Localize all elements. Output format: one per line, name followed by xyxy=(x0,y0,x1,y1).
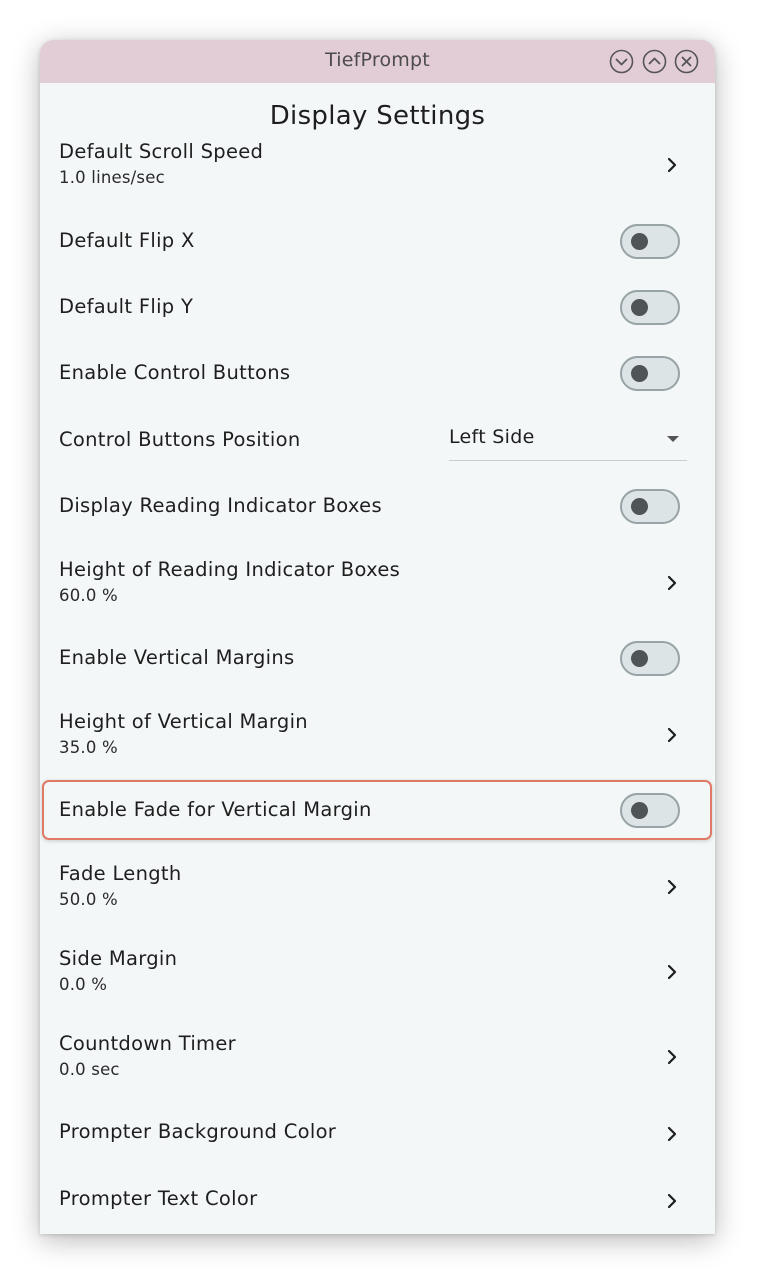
setting-label: Height of Reading Indicator Boxes xyxy=(59,558,401,581)
setting-default-flip-x[interactable]: Default Flip X xyxy=(40,223,715,263)
toggle-knob xyxy=(631,650,648,667)
setting-label: Height of Vertical Margin xyxy=(59,710,308,733)
setting-enable-control-buttons[interactable]: Enable Control Buttons xyxy=(40,355,715,395)
setting-label: Default Scroll Speed xyxy=(59,141,264,163)
close-circle-icon xyxy=(674,49,699,74)
chevron-down-circle-icon xyxy=(609,49,634,74)
setting-value: 1.0 lines/sec xyxy=(59,168,165,187)
setting-enable-vertical-margins[interactable]: Enable Vertical Margins xyxy=(40,640,715,680)
setting-value: 60.0 % xyxy=(59,586,118,605)
setting-control-buttons-position[interactable]: Control Buttons Position Left Side xyxy=(40,420,715,462)
setting-label: Default Flip Y xyxy=(59,295,194,318)
setting-label: Side Margin xyxy=(59,947,178,970)
flip-x-toggle[interactable] xyxy=(620,224,680,259)
control-buttons-toggle[interactable] xyxy=(620,356,680,391)
setting-side-margin[interactable]: Side Margin 0.0 % xyxy=(40,947,715,1003)
flip-y-toggle[interactable] xyxy=(620,290,680,325)
chevron-right-icon xyxy=(667,1049,677,1065)
setting-prompter-text-color[interactable]: Prompter Text Color xyxy=(40,1181,715,1221)
dropdown-arrow-icon xyxy=(667,436,679,442)
toggle-knob xyxy=(631,299,648,316)
setting-value: 0.0 % xyxy=(59,975,108,994)
chevron-right-icon xyxy=(667,1193,677,1209)
setting-label: Fade Length xyxy=(59,862,182,885)
settings-window: TiefPrompt Display Settings Default Scro… xyxy=(40,40,715,1234)
setting-countdown-timer[interactable]: Countdown Timer 0.0 sec xyxy=(40,1032,715,1088)
setting-height-vertical-margin[interactable]: Height of Vertical Margin 35.0 % xyxy=(40,710,715,766)
toggle-knob xyxy=(631,365,648,382)
chevron-right-icon xyxy=(667,879,677,895)
control-buttons-position-select[interactable]: Left Side xyxy=(449,420,687,461)
chevron-right-icon xyxy=(667,727,677,743)
title-bar[interactable]: TiefPrompt xyxy=(40,40,715,83)
setting-label: Prompter Background Color xyxy=(59,1120,337,1143)
dropdown-selected-value: Left Side xyxy=(449,426,535,448)
setting-height-reading-indicator-boxes[interactable]: Height of Reading Indicator Boxes 60.0 % xyxy=(40,558,715,614)
vertical-margins-toggle[interactable] xyxy=(620,641,680,676)
maximize-button[interactable] xyxy=(642,49,667,74)
chevron-up-circle-icon xyxy=(642,49,667,74)
chevron-right-icon xyxy=(667,157,677,173)
setting-label: Enable Fade for Vertical Margin xyxy=(59,798,372,821)
setting-default-flip-y[interactable]: Default Flip Y xyxy=(40,289,715,329)
setting-prompter-background-color[interactable]: Prompter Background Color xyxy=(40,1114,715,1154)
setting-default-scroll-speed[interactable]: Default Scroll Speed 1.0 lines/sec xyxy=(40,141,715,196)
reading-indicator-toggle[interactable] xyxy=(620,489,680,524)
toggle-knob xyxy=(631,233,648,250)
setting-label: Enable Control Buttons xyxy=(59,361,291,384)
setting-label: Prompter Text Color xyxy=(59,1187,258,1210)
toggle-knob xyxy=(631,498,648,515)
setting-label: Enable Vertical Margins xyxy=(59,646,295,669)
setting-display-reading-indicator-boxes[interactable]: Display Reading Indicator Boxes xyxy=(40,488,715,528)
chevron-right-icon xyxy=(667,1126,677,1142)
setting-value: 50.0 % xyxy=(59,890,118,909)
setting-value: 0.0 sec xyxy=(59,1060,120,1079)
settings-list[interactable]: Default Scroll Speed 1.0 lines/sec Defau… xyxy=(40,141,715,1234)
setting-label: Default Flip X xyxy=(59,229,195,252)
setting-label: Countdown Timer xyxy=(59,1032,236,1055)
setting-enable-fade-vertical-margin[interactable]: Enable Fade for Vertical Margin xyxy=(40,792,715,832)
setting-value: 35.0 % xyxy=(59,738,118,757)
fade-vertical-margin-toggle[interactable] xyxy=(620,793,680,828)
minimize-button[interactable] xyxy=(609,49,634,74)
chevron-right-icon xyxy=(667,964,677,980)
close-button[interactable] xyxy=(674,49,699,74)
toggle-knob xyxy=(631,802,648,819)
page-title: Display Settings xyxy=(269,101,486,131)
setting-fade-length[interactable]: Fade Length 50.0 % xyxy=(40,862,715,918)
chevron-right-icon xyxy=(667,575,677,591)
setting-label: Display Reading Indicator Boxes xyxy=(59,494,382,517)
setting-label: Control Buttons Position xyxy=(59,428,301,451)
